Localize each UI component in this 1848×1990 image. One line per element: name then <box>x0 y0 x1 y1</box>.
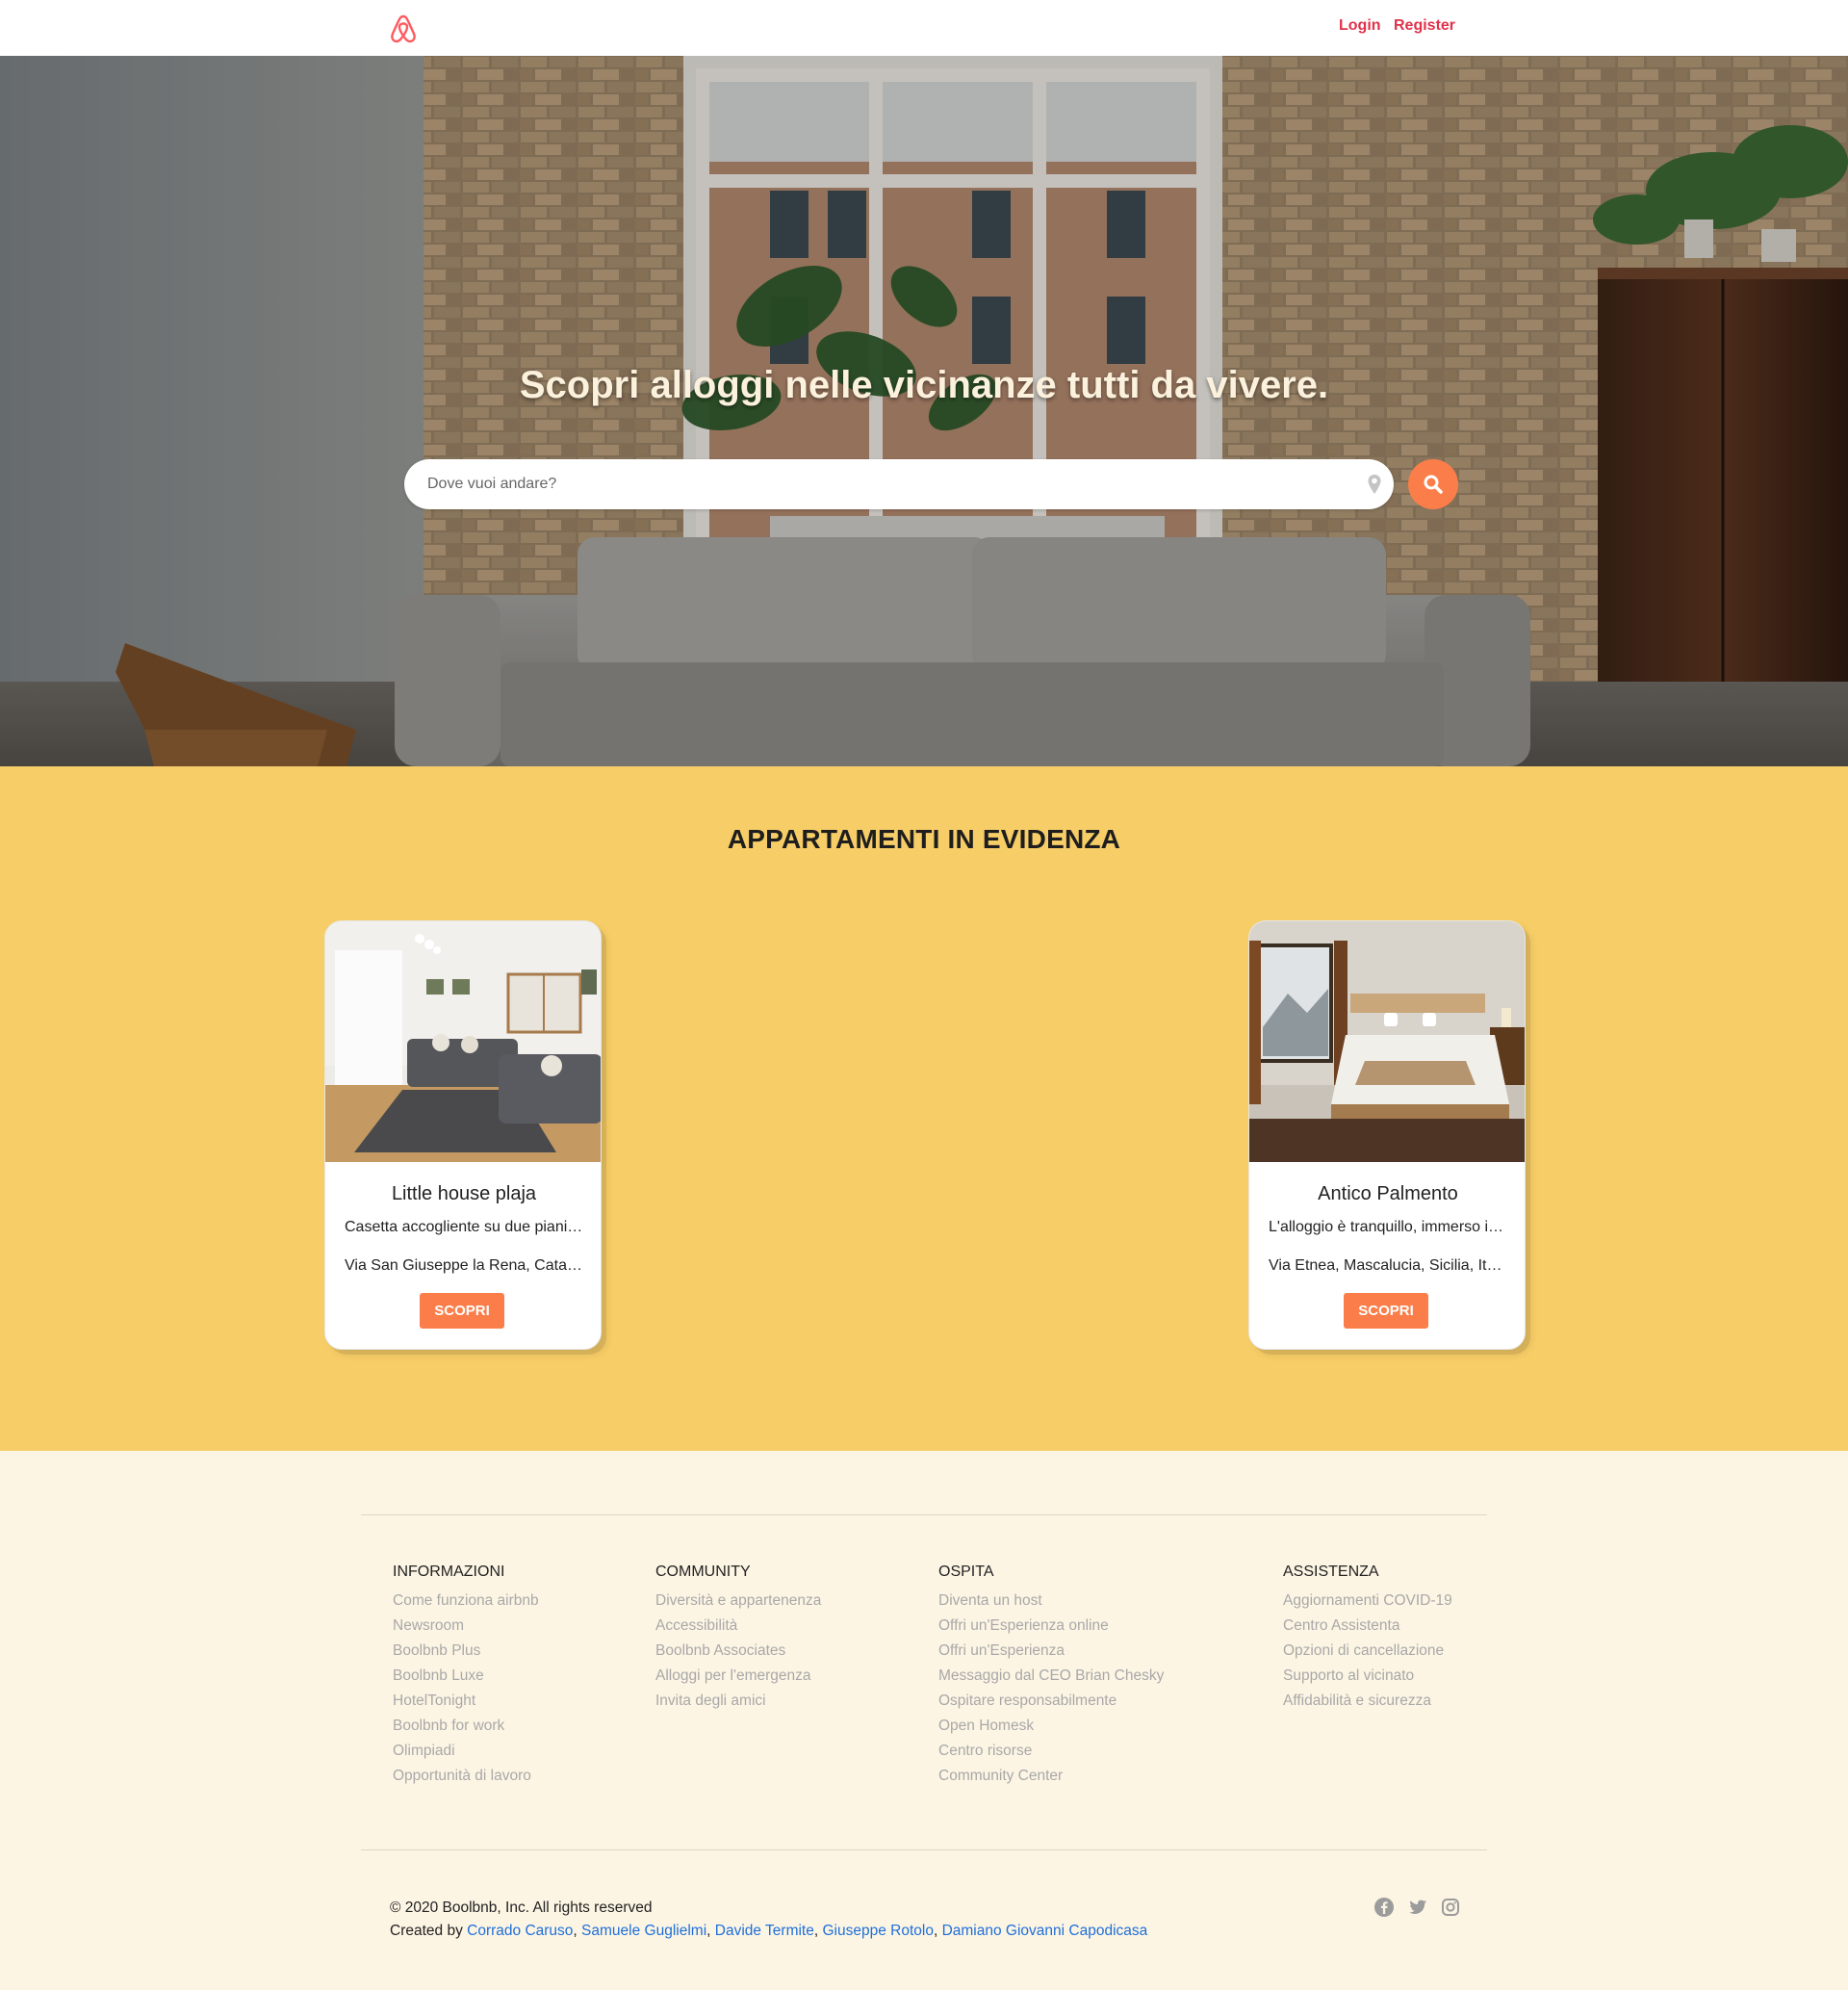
airbnb-logo-icon[interactable] <box>389 13 418 44</box>
login-link[interactable]: Login <box>1339 17 1381 35</box>
apartment-title: Little house plaja <box>391 1183 537 1204</box>
footer-link[interactable]: Offri un'Esperienza <box>938 1639 1164 1664</box>
footer-divider <box>361 1849 1487 1850</box>
footer-column-community: COMMUNITY Diversità e appartenenza Acces… <box>655 1564 821 1714</box>
author-link[interactable]: Giuseppe Rotolo <box>822 1923 933 1939</box>
footer-link[interactable]: Invita degli amici <box>655 1689 821 1714</box>
copyright-text: © 2020 Boolbnb, Inc. All rights reserved <box>390 1900 653 1916</box>
apartment-title: Antico Palmento <box>1318 1183 1458 1204</box>
facebook-icon[interactable] <box>1373 1897 1395 1918</box>
footer-column-heading: COMMUNITY <box>655 1564 751 1580</box>
footer-link[interactable]: Boolbnb Luxe <box>393 1664 539 1689</box>
footer-link[interactable]: Opportunità di lavoro <box>393 1764 539 1789</box>
instagram-icon[interactable] <box>1440 1897 1461 1918</box>
footer-link[interactable]: Diversità e appartenenza <box>655 1589 821 1614</box>
search-button[interactable] <box>1408 459 1458 509</box>
discover-button[interactable]: SCOPRI <box>1344 1293 1428 1329</box>
search-input[interactable] <box>427 459 1322 509</box>
footer-column-heading: OSPITA <box>938 1564 994 1580</box>
footer-link[interactable]: Boolbnb Associates <box>655 1639 821 1664</box>
author-link[interactable]: Damiano Giovanni Capodicasa <box>942 1923 1148 1939</box>
top-navbar: Login Register <box>0 0 1848 56</box>
apartment-address: Via Etnea, Mascalucia, Sicilia, It… <box>1269 1257 1502 1274</box>
apartment-description: L'alloggio è tranquillo, immerso i… <box>1269 1219 1504 1235</box>
footer-link[interactable]: Aggiornamenti COVID-19 <box>1283 1589 1452 1614</box>
site-footer: INFORMAZIONI Come funziona airbnb Newsro… <box>0 1451 1848 1990</box>
footer-link[interactable]: Come funziona airbnb <box>393 1589 539 1614</box>
search-icon <box>1424 475 1443 494</box>
author-link[interactable]: Samuele Guglielmi <box>581 1923 706 1939</box>
footer-link[interactable]: Offri un'Esperienza online <box>938 1614 1164 1639</box>
apartment-address: Via San Giuseppe la Rena, Cata… <box>345 1257 582 1274</box>
footer-link[interactable]: Accessibilità <box>655 1614 821 1639</box>
discover-button[interactable]: SCOPRI <box>420 1293 504 1329</box>
map-pin-icon <box>1368 475 1381 494</box>
footer-link[interactable]: Centro Assistenta <box>1283 1614 1452 1639</box>
footer-link[interactable]: Boolbnb Plus <box>393 1639 539 1664</box>
footer-link[interactable]: Olimpiadi <box>393 1739 539 1764</box>
apartment-photo <box>325 921 601 1162</box>
footer-link[interactable]: HotelTonight <box>393 1689 539 1714</box>
search-bar <box>404 459 1394 509</box>
footer-link[interactable]: Community Center <box>938 1764 1164 1789</box>
created-by-label: Created by <box>390 1923 463 1939</box>
footer-column-informazioni: INFORMAZIONI Come funziona airbnb Newsro… <box>393 1564 539 1789</box>
hero-section: Scopri alloggi nelle vicinanze tutti da … <box>0 56 1848 766</box>
section-title: APPARTAMENTI IN EVIDENZA <box>727 824 1121 854</box>
footer-link[interactable]: Messaggio dal CEO Brian Chesky <box>938 1664 1164 1689</box>
register-link[interactable]: Register <box>1394 17 1455 35</box>
footer-link[interactable]: Affidabilità e sicurezza <box>1283 1689 1452 1714</box>
footer-link[interactable]: Centro risorse <box>938 1739 1164 1764</box>
footer-column-ospita: OSPITA Diventa un host Offri un'Esperien… <box>938 1564 1164 1789</box>
footer-link[interactable]: Alloggi per l'emergenza <box>655 1664 821 1689</box>
footer-link[interactable]: Boolbnb for work <box>393 1714 539 1739</box>
footer-column-assistenza: ASSISTENZA Aggiornamenti COVID-19 Centro… <box>1283 1564 1452 1714</box>
footer-column-heading: ASSISTENZA <box>1283 1564 1379 1580</box>
footer-link[interactable]: Diventa un host <box>938 1589 1164 1614</box>
credits-line: Created by Corrado Caruso, Samuele Gugli… <box>390 1923 1148 1939</box>
footer-link[interactable]: Open Homesk <box>938 1714 1164 1739</box>
apartment-card[interactable]: Little house plaja Casetta accogliente s… <box>324 920 602 1350</box>
author-link[interactable]: Corrado Caruso <box>467 1923 573 1939</box>
footer-column-heading: INFORMAZIONI <box>393 1564 505 1580</box>
apartment-photo <box>1249 921 1525 1162</box>
hero-title: Scopri alloggi nelle vicinanze tutti da … <box>519 364 1329 406</box>
apartment-card[interactable]: Antico Palmento L'alloggio è tranquillo,… <box>1248 920 1526 1350</box>
author-link[interactable]: Davide Termite <box>715 1923 814 1939</box>
footer-link[interactable]: Supporto al vicinato <box>1283 1664 1452 1689</box>
footer-link[interactable]: Opzioni di cancellazione <box>1283 1639 1452 1664</box>
footer-link[interactable]: Newsroom <box>393 1614 539 1639</box>
hero-background-image <box>0 56 1848 766</box>
apartment-description: Casetta accogliente su due piani… <box>345 1219 583 1235</box>
featured-section: APPARTAMENTI IN EVIDENZA Little house pl… <box>0 766 1848 1451</box>
footer-divider <box>361 1514 1487 1515</box>
twitter-icon[interactable] <box>1407 1897 1428 1918</box>
footer-link[interactable]: Ospitare responsabilmente <box>938 1689 1164 1714</box>
